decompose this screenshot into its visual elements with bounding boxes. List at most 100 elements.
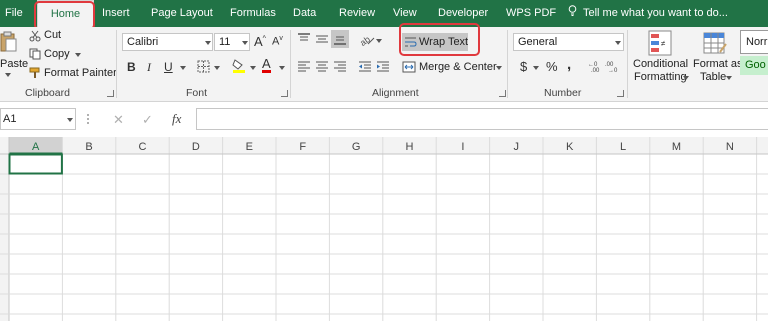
orientation-icon[interactable]: ab — [359, 33, 375, 46]
insert-function-icon[interactable]: fx — [172, 111, 181, 127]
fill-color-icon[interactable] — [232, 58, 246, 73]
column-header-a[interactable]: A — [32, 141, 40, 153]
column-header-m[interactable]: M — [672, 141, 681, 153]
font-color-button[interactable]: A — [262, 57, 271, 73]
drag-handle-icon[interactable] — [86, 112, 90, 126]
copy-button[interactable]: Copy — [44, 48, 70, 60]
column-header-g[interactable]: G — [352, 141, 361, 153]
orientation-dropdown-icon[interactable] — [376, 39, 382, 43]
conditional-formatting-button[interactable]: Conditional — [633, 58, 688, 70]
conditional-dropdown-icon[interactable] — [683, 76, 689, 80]
alignment-launcher-icon[interactable] — [499, 90, 506, 97]
grow-font-button[interactable]: A^ — [254, 34, 266, 49]
name-box-value: A1 — [3, 113, 17, 125]
chevron-down-icon — [67, 118, 73, 122]
cancel-icon[interactable]: ✕ — [113, 112, 124, 128]
align-center-icon[interactable] — [315, 61, 329, 73]
borders-icon[interactable] — [197, 60, 210, 73]
tab-page-layout[interactable]: Page Layout — [151, 0, 213, 27]
borders-dropdown-icon[interactable] — [214, 66, 220, 70]
merge-center-icon — [402, 61, 416, 73]
style-normal[interactable]: Norr — [740, 30, 768, 54]
chevron-down-icon — [205, 41, 211, 45]
column-header-j[interactable]: J — [514, 141, 520, 153]
merge-dropdown-icon[interactable] — [496, 66, 502, 70]
home-tab-highlight — [34, 1, 95, 30]
font-launcher-icon[interactable] — [281, 90, 288, 97]
tab-formulas[interactable]: Formulas — [230, 0, 276, 27]
spreadsheet-grid[interactable]: A B C D E F G H I J K L M N — [0, 137, 768, 321]
separator — [290, 30, 291, 98]
tab-file[interactable]: File — [5, 0, 23, 27]
font-size-dropdown[interactable]: 11 — [214, 33, 250, 51]
column-header-e[interactable]: E — [246, 141, 253, 153]
align-bottom-button[interactable] — [331, 30, 349, 48]
align-bottom-icon — [334, 36, 346, 45]
format-painter-icon — [29, 67, 40, 78]
align-top-icon[interactable] — [297, 33, 311, 45]
column-header-n[interactable]: N — [726, 141, 734, 153]
font-color-dropdown-icon[interactable] — [279, 66, 285, 70]
increase-indent-icon[interactable] — [376, 61, 390, 73]
italic-button[interactable]: I — [147, 60, 151, 75]
shrink-font-button[interactable]: Av — [272, 35, 283, 48]
chevron-down-icon — [615, 41, 621, 45]
underline-button[interactable]: U — [164, 60, 173, 74]
separator — [507, 30, 508, 98]
copy-dropdown-icon[interactable] — [75, 53, 81, 57]
separator — [116, 30, 117, 98]
decrease-decimal-icon[interactable]: .00 →0 — [605, 60, 621, 73]
font-name-dropdown[interactable]: Calibri — [122, 33, 213, 51]
merge-center-button[interactable]: Merge & Center — [419, 61, 497, 73]
currency-button[interactable]: $ — [520, 59, 527, 74]
increase-decimal-icon[interactable]: ←0 .00 — [588, 60, 604, 73]
name-box[interactable]: A1 — [0, 108, 76, 130]
enter-icon[interactable]: ✓ — [142, 112, 153, 128]
column-header-c[interactable]: C — [139, 141, 147, 153]
tab-insert[interactable]: Insert — [102, 0, 130, 27]
tab-data[interactable]: Data — [293, 0, 316, 27]
cut-button[interactable]: Cut — [44, 29, 61, 41]
column-header-b[interactable]: B — [85, 141, 92, 153]
tab-wps-pdf[interactable]: WPS PDF — [506, 0, 556, 27]
number-launcher-icon[interactable] — [617, 90, 624, 97]
column-header-d[interactable]: D — [192, 141, 200, 153]
paste-dropdown-icon[interactable] — [5, 73, 11, 77]
svg-text:ab: ab — [359, 34, 372, 46]
number-format-dropdown[interactable]: General — [513, 33, 624, 51]
lightbulb-icon — [568, 5, 577, 16]
fill-color-dropdown-icon[interactable] — [250, 66, 256, 70]
decrease-indent-icon[interactable] — [358, 61, 372, 73]
separator — [627, 30, 628, 98]
paste-button[interactable]: Paste — [0, 58, 28, 70]
align-right-icon[interactable] — [333, 61, 347, 73]
style-good[interactable]: Goo — [740, 56, 768, 75]
comma-style-button[interactable]: , — [567, 56, 571, 73]
column-header-f[interactable]: F — [299, 141, 306, 153]
format-as-table-button[interactable]: Format as — [693, 58, 743, 70]
clipboard-launcher-icon[interactable] — [107, 90, 114, 97]
alignment-group-label: Alignment — [372, 87, 419, 99]
conditional-formatting-label-2: Formatting — [634, 71, 687, 83]
column-header-h[interactable]: H — [406, 141, 414, 153]
align-left-icon[interactable] — [297, 61, 311, 73]
ribbon-tab-bar: File Home Insert Page Layout Formulas Da… — [0, 0, 768, 27]
column-header-k[interactable]: K — [566, 141, 574, 153]
format-table-dropdown-icon[interactable] — [726, 76, 732, 80]
svg-text:.00: .00 — [591, 68, 600, 73]
bold-button[interactable]: B — [127, 60, 136, 74]
column-header-l[interactable]: L — [620, 141, 626, 153]
align-middle-icon[interactable] — [315, 33, 329, 45]
clipboard-group-label: Clipboard — [25, 87, 70, 99]
currency-dropdown-icon[interactable] — [533, 66, 539, 70]
column-header-i[interactable]: I — [461, 141, 464, 153]
formula-input[interactable] — [196, 108, 768, 130]
active-cell — [8, 153, 63, 175]
paste-icon — [0, 31, 17, 52]
format-painter-button[interactable]: Format Painter — [44, 67, 117, 79]
underline-dropdown-icon[interactable] — [180, 66, 186, 70]
tell-me-search[interactable]: Tell me what you want to do... — [583, 0, 728, 27]
tab-review[interactable]: Review — [339, 0, 375, 27]
font-group-label: Font — [186, 87, 208, 99]
percent-button[interactable]: % — [546, 59, 558, 74]
